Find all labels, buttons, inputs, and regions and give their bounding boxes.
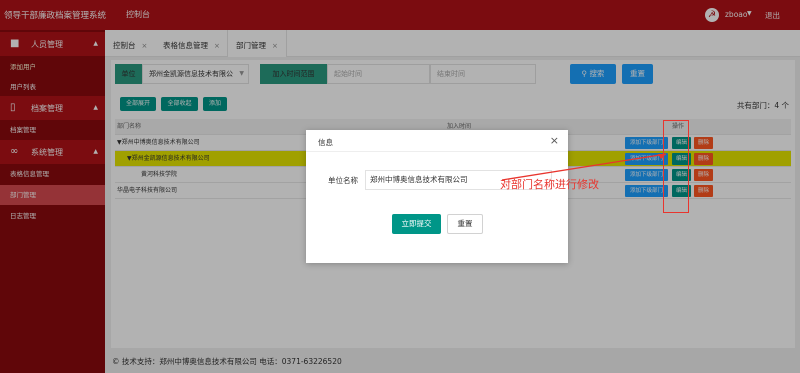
- submit-button[interactable]: 立即提交: [392, 214, 441, 234]
- close-icon[interactable]: ×: [550, 134, 559, 147]
- annotation-text: 对部门名称进行修改: [500, 178, 599, 191]
- dialog-reset-button[interactable]: 重置: [447, 214, 483, 234]
- unit-name-label: 单位名称: [328, 176, 358, 185]
- dialog-header: 信息 ×: [306, 130, 568, 152]
- dialog-title: 信息: [318, 138, 333, 147]
